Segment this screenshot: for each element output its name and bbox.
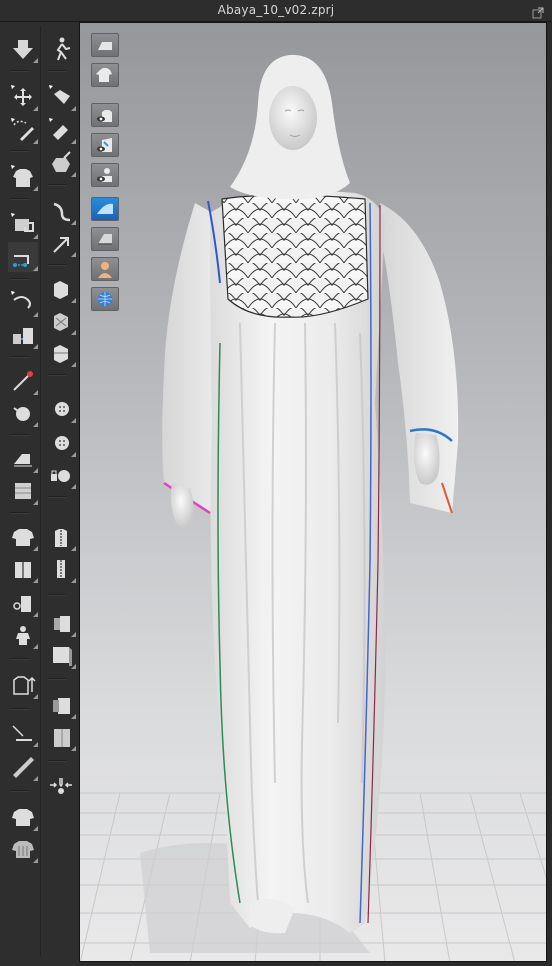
3d-scene [80, 54, 546, 961]
toolbar-separator [48, 760, 66, 762]
pucker-icon[interactable] [8, 476, 38, 506]
move-pattern-icon[interactable] [46, 82, 76, 112]
shrinkage-icon[interactable] [46, 228, 76, 258]
sewing-icon[interactable] [8, 320, 38, 350]
scalloped-yoke [221, 194, 369, 318]
graphic-icon[interactable] [46, 608, 76, 638]
avatar-size-icon[interactable] [8, 620, 38, 650]
show-3d-garment-icon[interactable] [91, 103, 119, 127]
tack-icon[interactable] [8, 366, 38, 396]
stitch-icon[interactable] [8, 444, 38, 474]
select-mesh-icon[interactable] [8, 210, 38, 240]
buttonhole-icon[interactable] [46, 428, 76, 458]
topstitch-icon[interactable] [8, 554, 38, 584]
window-right-edge [547, 22, 552, 966]
flatten-icon[interactable] [8, 718, 38, 748]
fit-icon[interactable] [46, 274, 76, 304]
show-pattern-icon[interactable] [91, 33, 119, 57]
ruler-icon[interactable] [8, 752, 38, 782]
toolbar-separator [48, 678, 66, 680]
window-title: Abaya_10_v02.zprj [217, 3, 335, 17]
toolbar-separator [48, 70, 66, 72]
puller-icon[interactable] [46, 115, 76, 145]
zipper-icon[interactable] [46, 460, 76, 490]
buttons-icon[interactable] [8, 522, 38, 552]
piping-icon[interactable] [46, 522, 76, 552]
transform-pattern-icon[interactable] [8, 82, 38, 112]
segment-tool-icon[interactable] [8, 162, 38, 192]
garment-pressure-icon[interactable] [8, 834, 38, 864]
toolbar [0, 22, 79, 966]
elastic-icon[interactable] [46, 722, 76, 752]
texture-edit-icon[interactable] [46, 306, 76, 336]
edit-curvature-icon[interactable] [8, 288, 38, 318]
toolbar-separator [48, 496, 66, 498]
bind-icon[interactable] [46, 690, 76, 720]
grading-icon[interactable] [8, 670, 38, 700]
toolbar-column-divider [40, 26, 41, 956]
trim-icon[interactable] [46, 554, 76, 584]
shrink-pin-icon[interactable] [46, 770, 76, 800]
fold-arrangement-icon[interactable] [8, 398, 38, 428]
title-bar: Abaya_10_v02.zprj [0, 0, 552, 22]
3d-viewport[interactable] [79, 22, 547, 962]
toolbar-separator [10, 658, 28, 660]
popout-icon[interactable] [532, 4, 544, 19]
toolbar-separator [10, 434, 28, 436]
show-world-icon[interactable] [91, 287, 119, 311]
show-skin-icon[interactable] [91, 257, 119, 281]
walk-avatar-icon[interactable] [46, 34, 76, 64]
toolbar-separator [10, 70, 28, 72]
fabric-thickness-icon[interactable] [91, 227, 119, 251]
measure-icon[interactable] [8, 588, 38, 618]
show-avatar-icon[interactable] [91, 163, 119, 187]
toolbar-separator [10, 198, 28, 200]
avatar-face [269, 86, 317, 150]
avatar-left-hand [170, 483, 194, 528]
edit-pattern-icon[interactable] [8, 115, 38, 145]
pin-select-icon[interactable] [46, 148, 76, 178]
show-garment-icon[interactable] [91, 63, 119, 87]
toolbar-separator [10, 278, 28, 280]
toolbar-separator [48, 594, 66, 596]
toolbar-separator [10, 150, 28, 152]
toolbar-separator [48, 184, 66, 186]
toolbar-separator [48, 374, 66, 376]
fabric-icon[interactable] [46, 338, 76, 368]
avatar-right-hand [413, 433, 440, 485]
toolbar-separator [10, 708, 28, 710]
toolbar-separator [10, 790, 28, 792]
garment-fit-icon[interactable] [8, 802, 38, 832]
toolbar-separator [10, 356, 28, 358]
render-mode-icon[interactable] [91, 197, 119, 221]
simulation-icon[interactable] [8, 34, 38, 64]
toolbar-separator [10, 512, 28, 514]
toolbar-separator [48, 264, 66, 266]
strengthen-icon[interactable] [46, 196, 76, 226]
pin-icon[interactable] [8, 242, 38, 272]
button-icon[interactable] [46, 394, 76, 424]
seam-taping-icon[interactable] [46, 640, 76, 670]
show-internal-lines-icon[interactable] [91, 133, 119, 157]
